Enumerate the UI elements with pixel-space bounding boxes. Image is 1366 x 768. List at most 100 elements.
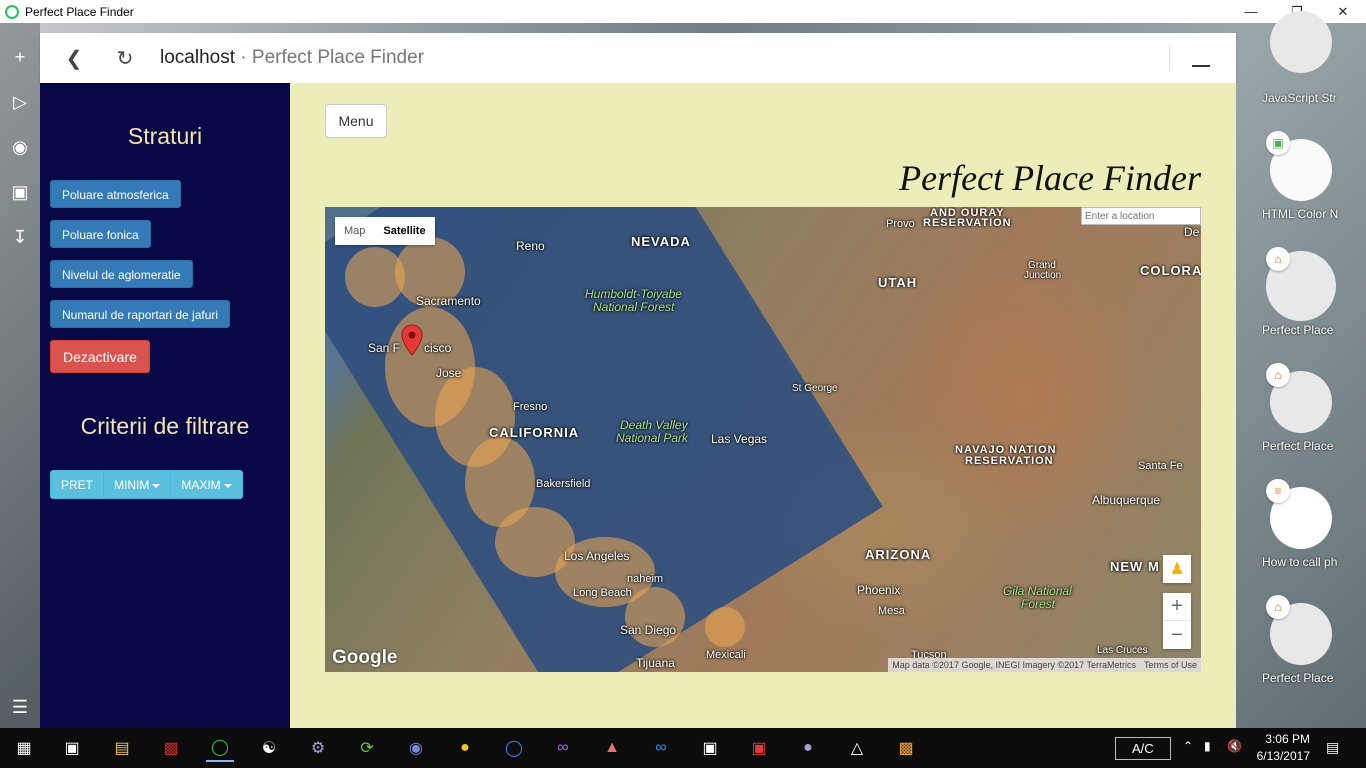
intellij-icon[interactable]: ▣ — [696, 734, 724, 762]
browser-app-icon[interactable]: ◯ — [206, 734, 234, 762]
map-label: National Forest — [593, 300, 675, 314]
ac-button[interactable]: A/C — [1115, 737, 1171, 760]
deactivate-button[interactable]: Dezactivare — [50, 340, 150, 373]
vscode-icon[interactable]: ∞ — [647, 734, 675, 762]
layer-button-crowding[interactable]: Nivelul de aglomeratie — [50, 260, 193, 288]
steam-icon[interactable]: ⚙ — [304, 734, 332, 762]
filter-heading: Criterii de filtrare — [80, 413, 250, 439]
map-label: Santa Fe — [1138, 460, 1183, 472]
map-marker-icon[interactable] — [401, 324, 423, 356]
clock-time: 3:06 PM — [1265, 732, 1310, 746]
layer-button-robbery-reports[interactable]: Numarul de raportari de jafuri — [50, 300, 231, 328]
github-icon[interactable]: ● — [794, 734, 822, 762]
app-icon[interactable]: ● — [451, 734, 479, 762]
layer-button-air-pollution[interactable]: Poluare atmosferica — [50, 180, 181, 208]
min-label: MINIM — [114, 478, 150, 492]
layer-button-noise-pollution[interactable]: Poluare fonica — [50, 220, 151, 248]
sublime-text-icon[interactable]: ▩ — [892, 734, 920, 762]
hamburger-menu-icon[interactable]: ☰ — [8, 695, 32, 719]
discord-icon[interactable]: ◉ — [402, 734, 430, 762]
zoom-out-button[interactable]: − — [1163, 621, 1191, 649]
map-label: CALIFORNIA — [489, 425, 580, 440]
map-label: National Park — [616, 431, 689, 445]
map-type-satellite-button[interactable]: Satellite — [374, 217, 434, 245]
map-label: Provo — [886, 218, 915, 230]
map-label: Forest — [1021, 597, 1056, 611]
map-label: San Diego — [620, 623, 677, 637]
back-button[interactable]: ❮ — [59, 43, 89, 73]
notifications-icon[interactable]: ▤ — [1326, 739, 1339, 756]
map-label: Jose — [436, 366, 462, 380]
map-label: Tijuana — [636, 656, 675, 670]
browser-toolbar: ❮ ↻ localhost · Perfect Place Finder — [40, 33, 1236, 83]
layers-sidebar: Straturi Poluare atmosferica Poluare fon… — [40, 83, 290, 728]
plus-icon[interactable]: + — [8, 45, 32, 69]
toolbar-divider — [1169, 45, 1170, 71]
map-label: San F — [368, 341, 401, 355]
map-label: Los Angeles — [564, 549, 630, 563]
map-label: RESERVATION — [965, 455, 1054, 467]
map-label: Bakersfield — [536, 478, 591, 490]
image-icon[interactable]: ▣ — [8, 180, 32, 204]
app-icon — [5, 4, 19, 19]
map-label: Fresno — [513, 401, 548, 413]
map-label: RESERVATION — [923, 217, 1012, 229]
menu-button[interactable]: Menu — [325, 104, 387, 138]
tab-title: JavaScript Str — [1262, 91, 1337, 105]
zoom-in-button[interactable]: + — [1163, 593, 1191, 621]
map-label: Las Cruces — [1097, 645, 1148, 656]
address-page-title: Perfect Place Finder — [251, 47, 425, 68]
edge-icon[interactable]: ◯ — [500, 734, 528, 762]
unity-icon[interactable]: △ — [843, 734, 871, 762]
chevron-up-icon[interactable]: ⌃ — [1183, 739, 1193, 753]
windows-start-icon[interactable]: ▦ — [10, 734, 38, 762]
attribution-text: Map data ©2017 Google, INEGI Imagery ©20… — [892, 660, 1136, 670]
app-icon[interactable]: ▣ — [745, 734, 773, 762]
collapse-button[interactable] — [1192, 45, 1210, 67]
file-explorer-icon[interactable]: ▤ — [108, 734, 136, 762]
camera-icon[interactable]: ◉ — [8, 135, 32, 159]
task-view-icon[interactable]: ▣ — [58, 734, 86, 762]
max-dropdown[interactable]: MAXIM — [170, 470, 243, 499]
clock[interactable]: 3:06 PM 6/13/2017 — [1254, 731, 1310, 765]
map-label: Death Valley — [620, 418, 688, 432]
stackoverflow-icon: ≡ — [1266, 479, 1290, 503]
visual-studio-icon[interactable]: ∞ — [549, 734, 577, 762]
tab-title: Perfect Place — [1262, 439, 1334, 453]
play-icon[interactable]: ▷ — [8, 90, 32, 114]
download-icon[interactable]: ↧ — [8, 225, 32, 249]
map-label: Sacramento — [416, 294, 481, 308]
map-label: Mesa — [878, 605, 905, 617]
address-separator: · — [235, 47, 252, 68]
battery-icon[interactable]: ▮ — [1204, 739, 1211, 753]
matlab-icon[interactable]: ▲ — [598, 734, 626, 762]
map-label: naheim — [627, 573, 664, 585]
volume-mute-icon[interactable]: 🔇 — [1227, 739, 1242, 753]
min-dropdown[interactable]: MINIM — [103, 470, 172, 499]
street-view-pegman-icon[interactable]: ♟ — [1163, 555, 1191, 583]
address-bar[interactable]: localhost · Perfect Place Finder — [160, 47, 424, 69]
map-label: ARIZONA — [865, 547, 932, 562]
tab-title: Perfect Place — [1262, 323, 1334, 337]
map-label: COLORA — [1140, 263, 1201, 278]
map-label: St George — [792, 383, 838, 394]
caret-down-icon — [223, 483, 232, 488]
close-window-button[interactable]: ✕ — [1320, 0, 1366, 23]
app-icon[interactable]: ☯ — [255, 734, 283, 762]
map-label: Junction — [1024, 270, 1062, 281]
save-app-icon[interactable]: ▩ — [157, 734, 185, 762]
map[interactable]: Map Satellite NEVADA UTAH COLORA CALIFOR… — [325, 207, 1201, 672]
home-icon: ⌂ — [1266, 363, 1290, 387]
minimize-window-button[interactable]: — — [1228, 0, 1274, 23]
price-button[interactable]: PRET — [50, 470, 105, 499]
google-logo: Google — [332, 647, 398, 668]
map-type-map-button[interactable]: Map — [335, 217, 374, 245]
terms-of-use-link[interactable]: Terms of Use — [1144, 658, 1197, 672]
map-label: cisco — [424, 341, 452, 355]
reload-button[interactable]: ↻ — [110, 43, 140, 73]
filter-button-group: PRET MINIM MAXIM — [50, 470, 243, 499]
tab-title: Perfect Place — [1262, 671, 1334, 685]
location-search-input[interactable] — [1081, 207, 1201, 225]
app-icon[interactable]: ⟳ — [353, 734, 381, 762]
map-label: Gila National — [1003, 584, 1072, 598]
